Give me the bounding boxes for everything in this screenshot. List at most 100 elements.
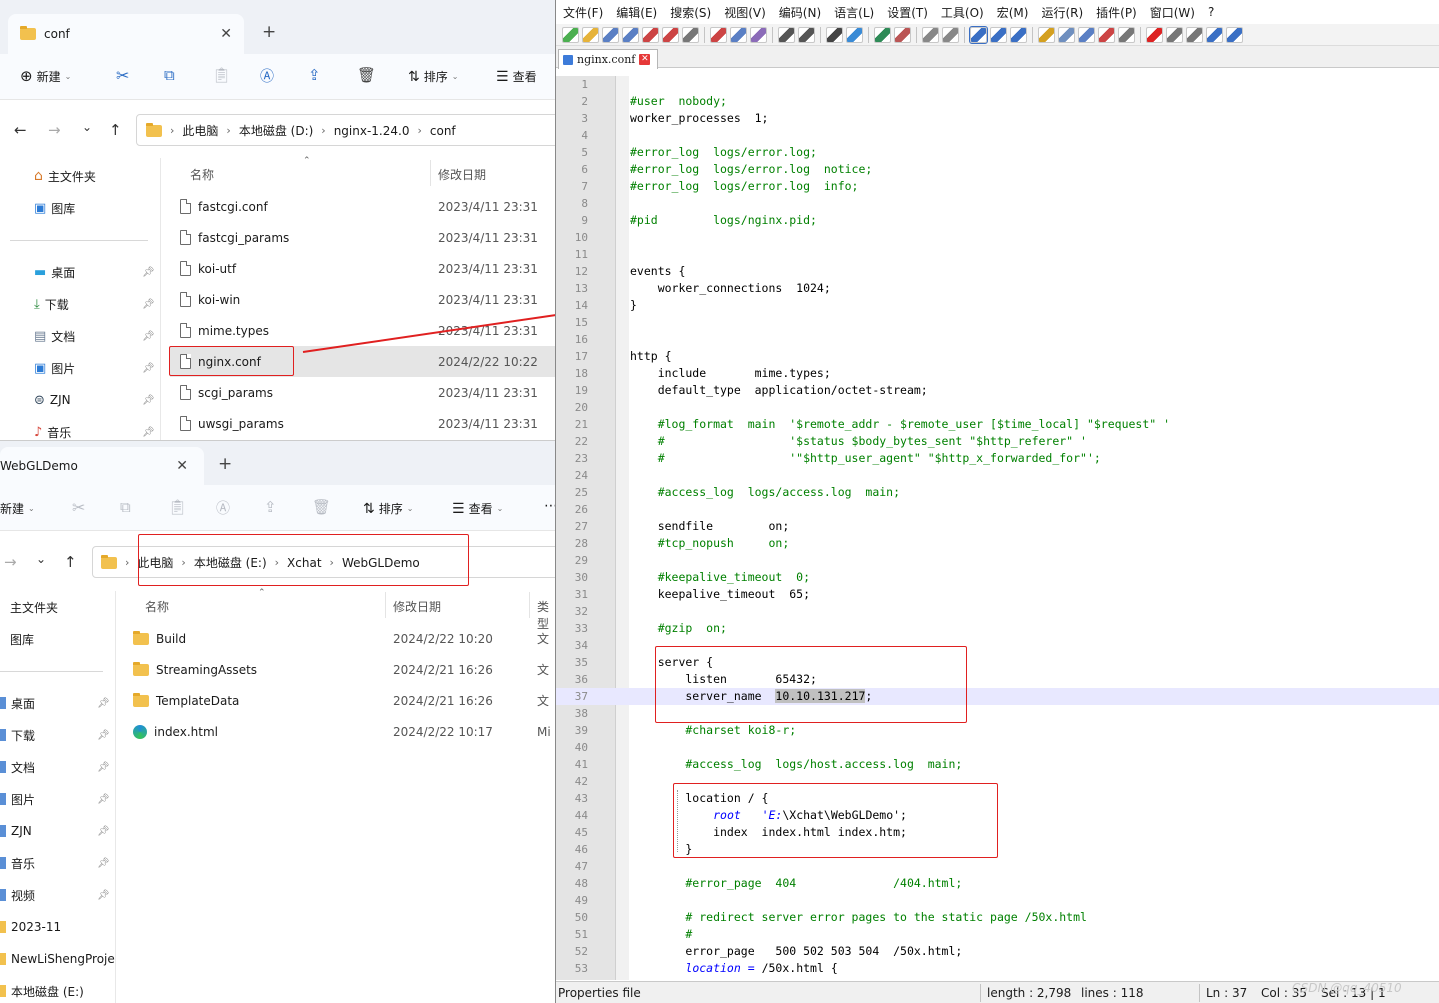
document-tab[interactable]: nginx.conf ✕ <box>558 49 658 69</box>
new-tab-icon[interactable]: + <box>262 22 276 42</box>
undo-icon[interactable] <box>778 26 795 43</box>
table-row[interactable]: fastcgi.conf 2023/4/11 23:31 <box>170 191 555 222</box>
forward-icon[interactable]: → <box>48 121 61 139</box>
paste-icon[interactable]: 📋︎ <box>168 498 187 516</box>
more-icon[interactable]: ⋯ <box>544 498 555 514</box>
copy-icon[interactable]: ⧉ <box>120 498 131 516</box>
pin-icon[interactable]: 📌︎ <box>142 331 155 342</box>
sidebar-item-music[interactable]: ♪ 音乐 <box>34 416 71 440</box>
pin-icon[interactable]: 📌︎ <box>97 762 110 773</box>
pin-icon[interactable]: 📌︎ <box>97 730 110 741</box>
sidebar-item[interactable]: 音乐 <box>0 847 35 879</box>
stop-macro-icon[interactable] <box>1166 26 1183 43</box>
run-macro-icon[interactable] <box>1206 26 1223 43</box>
save-all-icon[interactable] <box>622 26 639 43</box>
menu-item[interactable]: 运行(R) <box>1041 4 1083 21</box>
replace-icon[interactable] <box>846 26 863 43</box>
breadcrumb-conf[interactable]: conf <box>430 124 456 138</box>
sidebar-item-gallery[interactable]: ▣ 图库 <box>34 192 75 224</box>
menu-item[interactable]: 文件(F) <box>563 4 603 21</box>
sidebar-item[interactable]: NewLiShengProje <box>0 943 115 975</box>
menu-item[interactable]: 插件(P) <box>1096 4 1137 21</box>
new-file-icon[interactable] <box>562 26 579 43</box>
sidebar-item-documents[interactable]: ▤ 文档 <box>34 320 75 352</box>
menu-item[interactable]: 编辑(E) <box>616 4 657 21</box>
sync-vertical-icon[interactable] <box>922 26 939 43</box>
pin-icon[interactable]: 📌︎ <box>97 826 110 837</box>
show-all-chars-icon[interactable] <box>990 26 1007 43</box>
menu-item[interactable]: ? <box>1208 5 1214 19</box>
paste-icon[interactable] <box>750 26 767 43</box>
sync-horizontal-icon[interactable] <box>942 26 959 43</box>
sidebar-item[interactable]: 本地磁盘 (E:) <box>0 975 84 1003</box>
menu-item[interactable]: 搜索(S) <box>670 4 711 21</box>
view-button[interactable]: ☰ 查看 <box>496 68 537 85</box>
new-button[interactable]: ⊕ 新建 ⌄ <box>20 67 71 85</box>
record-macro-icon[interactable] <box>1146 26 1163 43</box>
doc-map-icon[interactable] <box>1058 26 1075 43</box>
sidebar-item-zjn[interactable]: ⊜ ZJN <box>34 384 71 416</box>
breadcrumb-nginx[interactable]: nginx-1.24.0 <box>334 124 410 138</box>
close-all-icon[interactable] <box>662 26 679 43</box>
paste-icon[interactable]: 📋︎ <box>212 66 231 84</box>
word-wrap-icon[interactable] <box>969 25 988 44</box>
sidebar-item-pictures[interactable]: ▣ 图片 <box>34 352 75 384</box>
new-button[interactable]: 新建 ⌄ <box>0 500 35 517</box>
monitor-icon[interactable] <box>1118 26 1135 43</box>
sidebar-item[interactable]: 图片 <box>0 783 35 815</box>
code-editor[interactable]: 1 2 #user nobody; 3 worker_processes 1; 4 5 #er… <box>556 76 1439 980</box>
pin-icon[interactable]: 📌︎ <box>97 794 110 805</box>
column-header-date[interactable]: 修改日期 <box>393 598 441 615</box>
pin-icon[interactable]: 📌︎ <box>97 858 110 869</box>
table-row[interactable]: koi-utf 2023/4/11 23:31 <box>170 253 555 284</box>
view-button[interactable]: ☰ 查看 ⌄ <box>452 500 503 517</box>
copy-icon[interactable] <box>730 26 747 43</box>
rename-icon[interactable]: Ⓐ <box>216 498 230 518</box>
sidebar-item[interactable]: 桌面 <box>0 687 35 719</box>
sidebar-item-home[interactable]: 主文件夹 <box>0 591 58 623</box>
pin-icon[interactable]: 📌︎ <box>142 427 155 438</box>
sidebar-item[interactable]: 视频 <box>0 879 35 911</box>
menu-item[interactable]: 编码(N) <box>779 4 821 21</box>
cut-icon[interactable]: ✂ <box>116 66 129 85</box>
copy-icon[interactable]: ⧉ <box>164 66 175 84</box>
menu-item[interactable]: 宏(M) <box>997 4 1029 21</box>
tab-conf[interactable]: conf ✕ <box>8 14 244 54</box>
table-row[interactable]: index.html 2024/2/22 10:17 Mi <box>125 716 555 747</box>
recent-locations-icon[interactable]: ⌄ <box>36 552 46 566</box>
pin-icon[interactable]: 📌︎ <box>142 363 155 374</box>
save-icon[interactable] <box>602 26 619 43</box>
pin-icon[interactable]: 📌︎ <box>97 698 110 709</box>
table-row[interactable]: fastcgi_params 2023/4/11 23:31 <box>170 222 555 253</box>
zoom-out-icon[interactable] <box>894 26 911 43</box>
open-file-icon[interactable] <box>582 26 599 43</box>
save-macro-icon[interactable] <box>1226 26 1243 43</box>
sidebar-item-gallery[interactable]: 图库 <box>0 623 34 655</box>
cut-icon[interactable]: ✂ <box>72 498 85 517</box>
menu-item[interactable]: 窗口(W) <box>1150 4 1195 21</box>
folder-workspace-icon[interactable] <box>1098 26 1115 43</box>
recent-locations-icon[interactable]: ⌄ <box>82 120 92 134</box>
menu-item[interactable]: 视图(V) <box>724 4 766 21</box>
find-icon[interactable] <box>826 26 843 43</box>
rename-icon[interactable]: Ⓐ <box>260 66 274 86</box>
table-row[interactable]: Build 2024/2/22 10:20 文 <box>125 623 555 654</box>
pin-icon[interactable]: 📌︎ <box>142 395 155 406</box>
breadcrumb-this-pc[interactable]: 此电脑 <box>182 122 218 139</box>
menu-item[interactable]: 语言(L) <box>834 4 874 21</box>
close-icon[interactable]: ✕ <box>176 458 188 474</box>
sort-button[interactable]: ⇅ 排序 ⌄ <box>408 68 458 85</box>
sidebar-item[interactable]: 下载 <box>0 719 35 751</box>
play-macro-icon[interactable] <box>1186 26 1203 43</box>
table-row[interactable]: TemplateData 2024/2/21 16:26 文 <box>125 685 555 716</box>
sidebar-item[interactable]: 文档 <box>0 751 35 783</box>
menu-item[interactable]: 工具(O) <box>941 4 984 21</box>
sidebar-item-desktop[interactable]: ▬ 桌面 <box>34 256 75 288</box>
close-icon[interactable] <box>642 26 659 43</box>
print-icon[interactable] <box>682 26 699 43</box>
sidebar-item-downloads[interactable]: ⤓ 下载 <box>34 288 69 320</box>
sidebar-item-home[interactable]: ⌂ 主文件夹 <box>34 160 96 192</box>
column-header-date[interactable]: 修改日期 <box>438 166 486 183</box>
pin-icon[interactable]: 📌︎ <box>142 299 155 310</box>
tab-webgldemo[interactable]: WebGLDemo ✕ <box>0 447 204 485</box>
